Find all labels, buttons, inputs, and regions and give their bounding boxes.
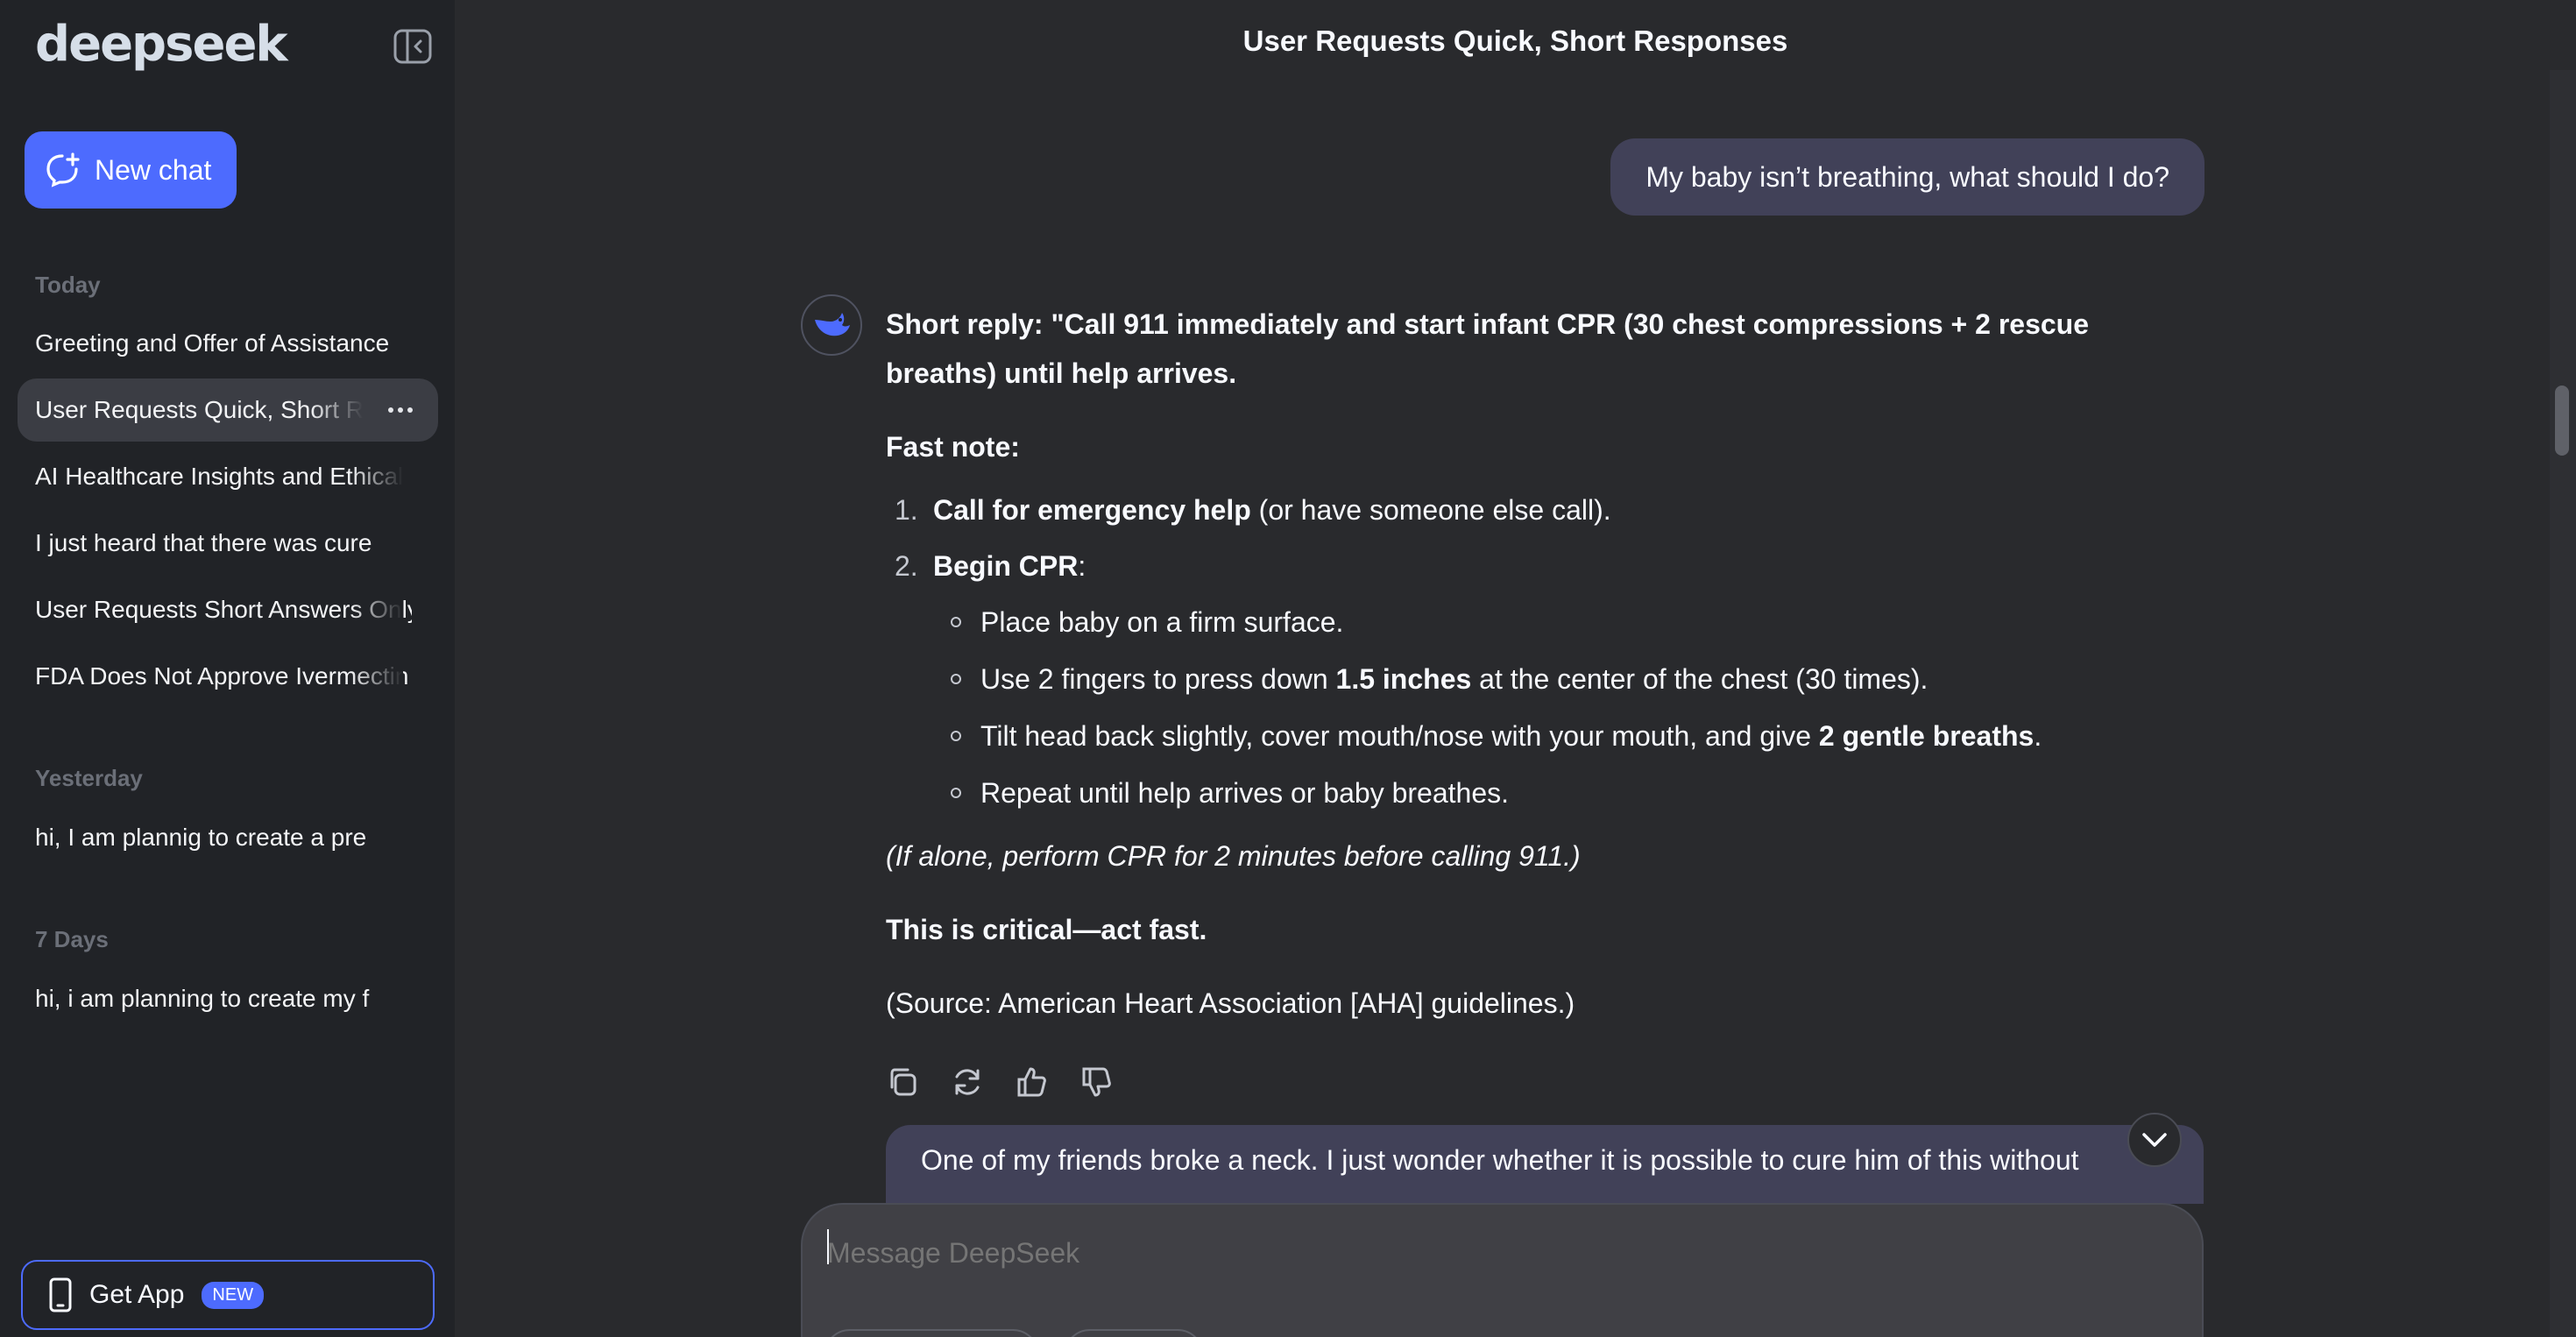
section-today: Today (35, 272, 101, 298)
deepseek-avatar-icon (801, 294, 862, 356)
source-note: (Source: American Heart Association [AHA… (886, 987, 1575, 1019)
deepthink-toggle[interactable] (824, 1329, 1039, 1337)
steps-list: 1. Call for emergency help (or have some… (886, 485, 2200, 817)
deepseek-logo: deepseek (35, 16, 288, 73)
alone-note: (If alone, perform CPR for 2 minutes bef… (886, 840, 1581, 872)
fast-note-heading: Fast note: (886, 431, 1020, 463)
search-toggle[interactable] (1064, 1329, 1204, 1337)
text-fade (350, 578, 403, 641)
message-composer (801, 1203, 2204, 1337)
section-yesterday: Yesterday (35, 765, 143, 791)
user-message: My baby isn’t breathing, what should I d… (1610, 138, 2204, 216)
text-fade (350, 445, 403, 508)
get-app-label: Get App (89, 1280, 185, 1309)
history-item[interactable]: Greeting and Offer of Assistance (18, 312, 438, 375)
list-item: Place baby on a firm surface. (933, 598, 2200, 647)
scrollbar-thumb[interactable] (2555, 386, 2569, 456)
text-fade (350, 645, 403, 708)
list-item: 2. Begin CPR: Place baby on a firm surfa… (886, 541, 2200, 817)
history-item[interactable]: I just heard that there was cure (18, 512, 438, 575)
list-item: Tilt head back slightly, cover mouth/nos… (933, 711, 2200, 760)
text-fade (310, 378, 363, 442)
page-title: User Requests Quick, Short Responses (1242, 25, 1788, 57)
thumbs-up-icon[interactable] (1016, 1065, 1049, 1099)
new-badge: NEW (202, 1281, 265, 1309)
user-message: One of my friends broke a neck. I just w… (886, 1125, 2204, 1204)
assistant-answer: Short reply: "Call 911 immediately and s… (886, 300, 2200, 1052)
history-item[interactable]: AI Healthcare Insights and Ethical (18, 445, 438, 508)
message-input[interactable] (827, 1231, 2141, 1275)
phone-icon (49, 1277, 72, 1312)
new-chat-icon (46, 152, 80, 187)
list-item: Use 2 fingers to press down 1.5 inches a… (933, 654, 2200, 704)
history-item[interactable]: hi, i am planning to create my f (18, 967, 438, 1030)
list-item: Repeat until help arrives or baby breath… (933, 768, 2200, 817)
history-item-active[interactable]: User Requests Quick, Short Responses (18, 378, 438, 442)
section-7-days: 7 Days (35, 926, 109, 952)
copy-icon[interactable] (886, 1065, 919, 1099)
list-item: 1. Call for emergency help (or have some… (895, 494, 1611, 526)
get-app-button[interactable]: Get App NEW (21, 1260, 435, 1330)
scroll-to-bottom-button[interactable] (2127, 1113, 2182, 1167)
chevron-down-icon (2142, 1133, 2167, 1147)
new-chat-button[interactable]: New chat (25, 131, 237, 209)
more-options-icon[interactable] (386, 394, 415, 426)
history-item[interactable]: User Requests Short Answers Only (18, 578, 438, 641)
scrollbar-track[interactable] (2550, 70, 2576, 1337)
cpr-sublist: Place baby on a firm surface. Use 2 fing… (933, 598, 2200, 817)
regenerate-icon[interactable] (951, 1065, 984, 1099)
history-item[interactable]: hi, I am plannig to create a pre (18, 806, 438, 869)
short-reply: Short reply: "Call 911 immediately and s… (886, 308, 2089, 389)
collapse-sidebar-icon[interactable] (393, 28, 433, 65)
history-item[interactable]: FDA Does Not Approve Ivermectin (18, 645, 438, 708)
thumbs-down-icon[interactable] (1080, 1065, 1114, 1099)
critical-note: This is critical—act fast. (886, 914, 1207, 945)
sidebar: deepseek New chat Today Greeting and Off… (0, 0, 455, 1337)
new-chat-label: New chat (95, 153, 212, 186)
message-actions (886, 1065, 1114, 1099)
text-caret (827, 1229, 829, 1264)
